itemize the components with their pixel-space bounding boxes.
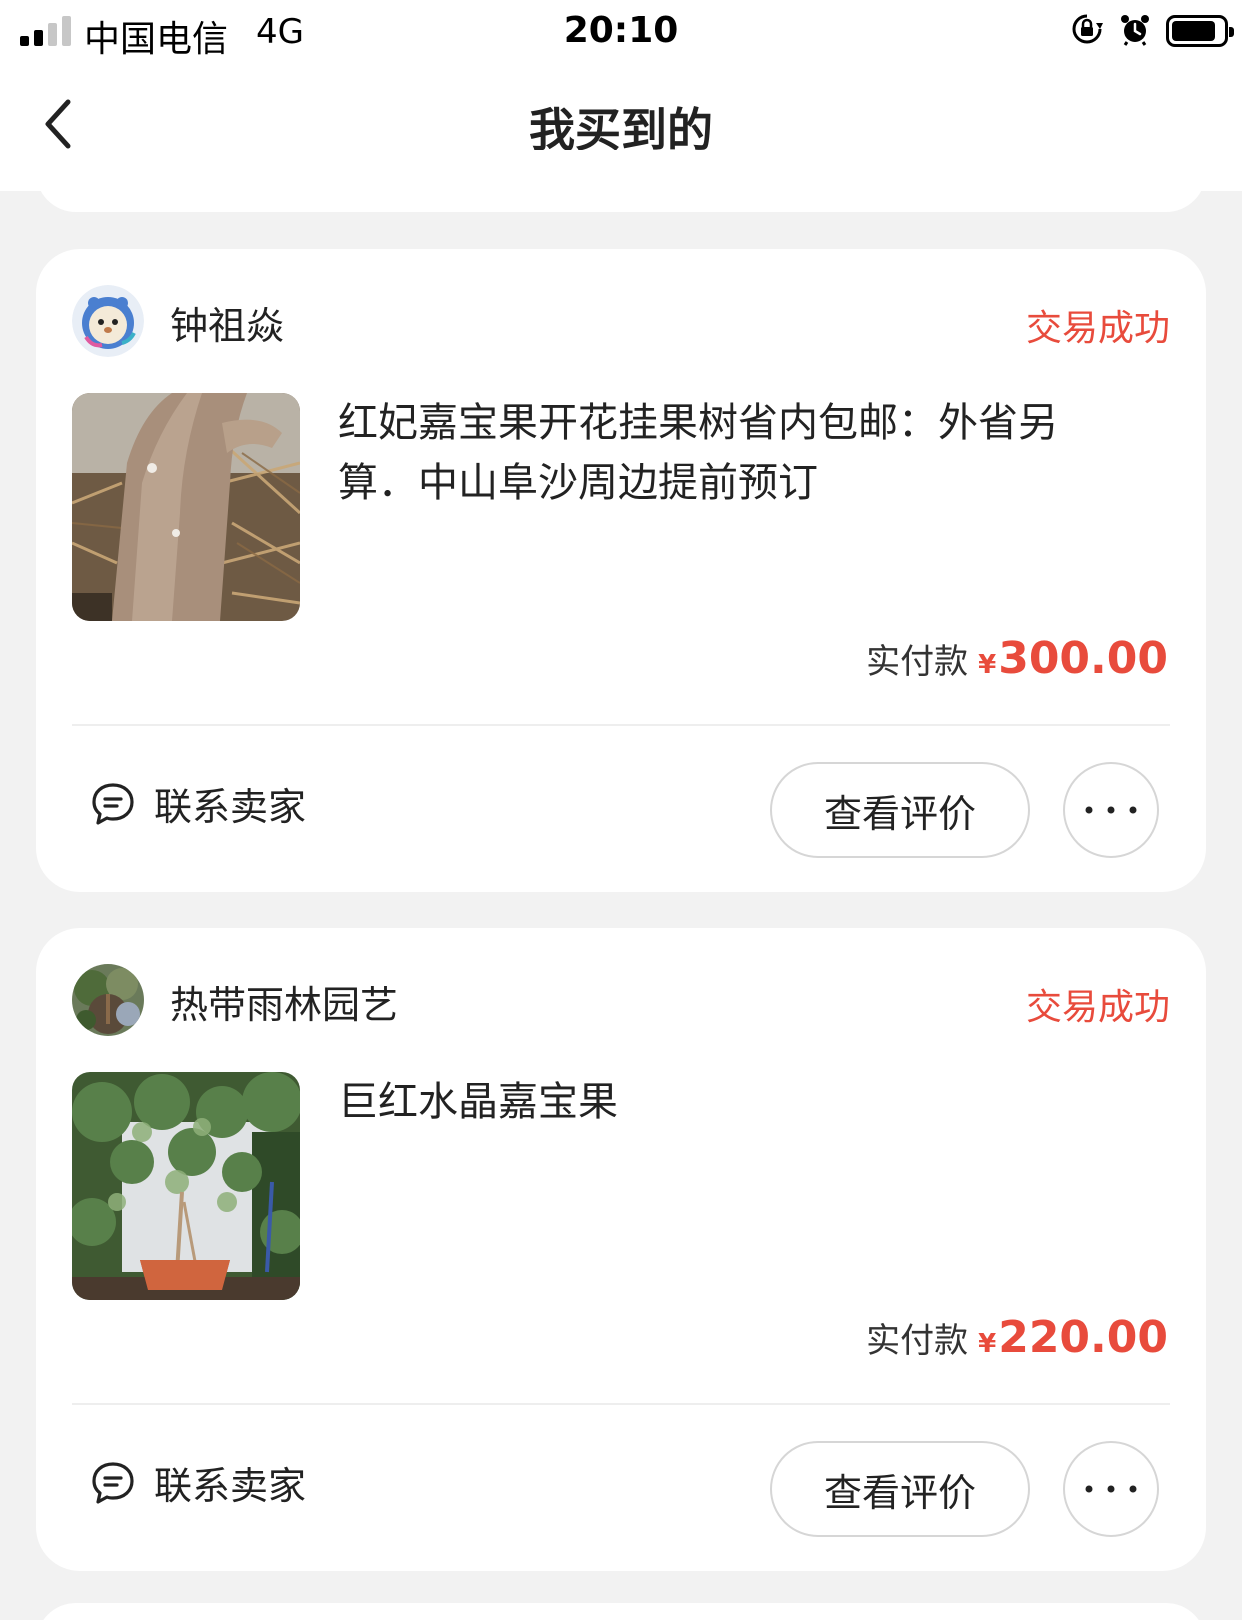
price-label: 实付款 xyxy=(866,642,969,682)
contact-seller-label: 联系卖家 xyxy=(154,1464,307,1508)
view-review-button[interactable]: 查看评价 xyxy=(770,1441,1030,1537)
status-icons xyxy=(1070,12,1234,50)
order-status: 交易成功 xyxy=(1025,308,1170,349)
product-title[interactable]: 红妃嘉宝果开花挂果树省内包邮：外省另算．中山阜沙周边提前预订 xyxy=(338,393,1098,513)
previous-order-card xyxy=(36,150,1206,212)
contact-seller-label: 联系卖家 xyxy=(154,785,307,829)
battery-icon xyxy=(1166,15,1234,47)
seller-name[interactable]: 热带雨林园艺 xyxy=(170,974,398,1029)
view-review-button[interactable]: 查看评价 xyxy=(770,762,1030,858)
product-image[interactable] xyxy=(72,1072,300,1300)
more-button[interactable] xyxy=(1063,1441,1159,1537)
contact-seller-button[interactable]: 联系卖家 xyxy=(90,776,306,831)
chat-bubble-icon xyxy=(92,782,134,825)
seller-name[interactable]: 钟祖焱 xyxy=(170,295,284,350)
divider xyxy=(72,1403,1170,1405)
product-title[interactable]: 巨红水晶嘉宝果 xyxy=(338,1072,1098,1132)
chat-bubble-icon xyxy=(92,1461,134,1504)
contact-seller-button[interactable]: 联系卖家 xyxy=(90,1455,306,1510)
order-card[interactable]: 钟祖焱 交易成功 红妃嘉宝果开花挂果树省内包邮：外省另算．中山阜沙周边提前预订 … xyxy=(36,249,1206,892)
more-dots-icon xyxy=(1085,806,1137,814)
divider xyxy=(72,724,1170,726)
price-currency: ¥ xyxy=(978,1329,997,1359)
rotation-lock-icon xyxy=(1070,12,1104,50)
product-image[interactable] xyxy=(72,393,300,621)
seller-avatar[interactable] xyxy=(72,964,144,1036)
price-row: 实付款 ¥ 300.00 xyxy=(866,633,1168,684)
status-bar: 中国电信 4G 20:10 xyxy=(0,0,1242,66)
alarm-icon xyxy=(1118,12,1152,50)
next-order-card xyxy=(36,1603,1206,1620)
price-value: 220.00 xyxy=(998,1312,1168,1363)
price-label: 实付款 xyxy=(866,1321,969,1361)
seller-avatar[interactable] xyxy=(72,285,144,357)
more-dots-icon xyxy=(1085,1485,1137,1493)
more-button[interactable] xyxy=(1063,762,1159,858)
price-value: 300.00 xyxy=(998,633,1168,684)
order-status: 交易成功 xyxy=(1025,987,1170,1028)
price-row: 实付款 ¥ 220.00 xyxy=(866,1312,1168,1363)
order-card[interactable]: 热带雨林园艺 交易成功 巨红水晶嘉宝果 实付款 ¥ 220.00 联系卖家 查看… xyxy=(36,928,1206,1571)
price-currency: ¥ xyxy=(978,650,997,680)
status-time: 20:10 xyxy=(563,10,679,51)
